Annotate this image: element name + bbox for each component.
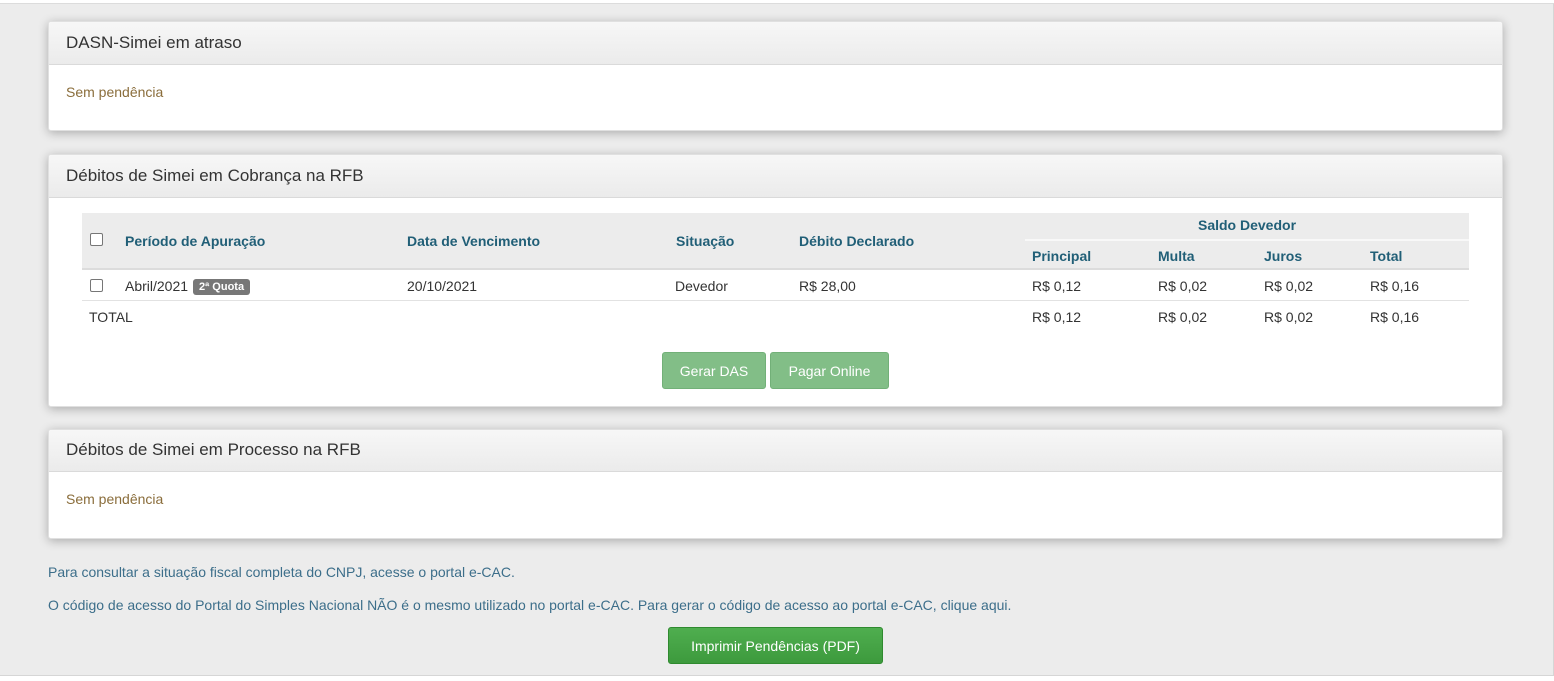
quota-badge: 2ª Quota [193, 279, 251, 295]
col-saldo-devedor: Saldo Devedor [1197, 217, 1297, 233]
cobranca-panel-title: Débitos de Simei em Cobrança na RFB [49, 155, 1502, 198]
row-principal: R$ 0,12 [1032, 278, 1082, 294]
col-total[interactable]: Total [1370, 248, 1402, 264]
col-declarado[interactable]: Débito Declarado [799, 233, 914, 249]
dasn-panel-title: DASN-Simei em atraso [49, 22, 1502, 65]
gerar-das-button[interactable]: Gerar DAS [662, 352, 766, 389]
processo-no-pending: Sem pendência [66, 491, 164, 507]
row-periodo-text: Abril/2021 [125, 278, 189, 294]
total-row: TOTAL R$ 0,12 R$ 0,02 R$ 0,02 R$ 0,16 [82, 301, 1469, 332]
dasn-no-pending: Sem pendência [66, 84, 164, 100]
row-vencimento: 20/10/2021 [407, 278, 478, 294]
row-total: R$ 0,16 [1370, 278, 1420, 294]
select-all-checkbox[interactable] [90, 233, 103, 246]
col-vencimento[interactable]: Data de Vencimento [407, 233, 540, 249]
col-principal[interactable]: Principal [1032, 248, 1091, 264]
col-juros[interactable]: Juros [1264, 248, 1302, 264]
dasn-panel: DASN-Simei em atraso Sem pendência [48, 21, 1503, 131]
pagar-online-button[interactable]: Pagar Online [770, 352, 889, 389]
row-checkbox[interactable] [90, 279, 103, 292]
total-label: TOTAL [89, 309, 133, 325]
cobranca-panel: Débitos de Simei em Cobrança na RFB Perí… [48, 154, 1503, 407]
row-declarado: R$ 28,00 [799, 278, 856, 294]
debitos-table: Período de Apuração Data de Vencimento S… [82, 213, 1469, 332]
col-situacao[interactable]: Situação [676, 233, 734, 249]
total-total: R$ 0,16 [1370, 309, 1420, 325]
table-row: Abril/2021 2ª Quota 20/10/2021 Devedor R$… [82, 270, 1469, 301]
ecac-note-link[interactable]: Para consultar a situação fiscal complet… [48, 564, 515, 580]
row-multa: R$ 0,02 [1158, 278, 1208, 294]
row-juros: R$ 0,02 [1264, 278, 1314, 294]
row-periodo: Abril/2021 2ª Quota [125, 278, 251, 295]
processo-panel-title: Débitos de Simei em Processo na RFB [49, 430, 1502, 472]
row-situacao: Devedor [675, 278, 728, 294]
table-header: Período de Apuração Data de Vencimento S… [82, 213, 1469, 270]
imprimir-pendencias-button[interactable]: Imprimir Pendências (PDF) [668, 627, 883, 664]
col-periodo[interactable]: Período de Apuração [125, 233, 265, 249]
codigo-acesso-note-link[interactable]: O código de acesso do Portal do Simples … [48, 597, 1011, 613]
col-multa[interactable]: Multa [1158, 248, 1195, 264]
total-multa: R$ 0,02 [1158, 309, 1208, 325]
total-principal: R$ 0,12 [1032, 309, 1082, 325]
processo-panel: Débitos de Simei em Processo na RFB Sem … [48, 429, 1503, 539]
total-juros: R$ 0,02 [1264, 309, 1314, 325]
